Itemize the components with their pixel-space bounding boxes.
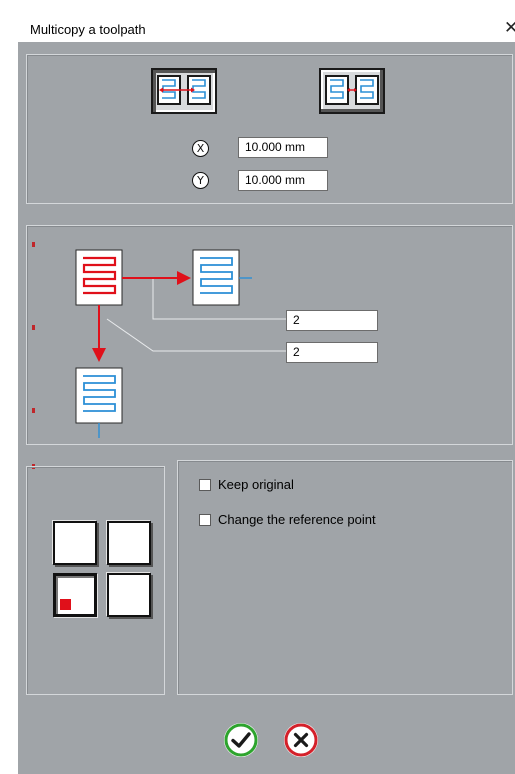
x-count-field[interactable]: 2 — [286, 310, 378, 331]
window-title: Multicopy a toolpath — [30, 22, 146, 37]
copy-count-group: 2 2 — [26, 225, 513, 445]
cancel-button[interactable] — [284, 723, 318, 757]
change-reference-option[interactable]: Change the reference point — [199, 512, 376, 527]
change-reference-checkbox[interactable] — [199, 513, 211, 526]
options-group: Keep original Change the reference point — [177, 460, 513, 695]
dialog-body: X 10.000 mm Y 10.000 mm 2 2 Keep origina… — [18, 42, 515, 774]
change-reference-label: Change the reference point — [218, 512, 376, 527]
x-axis-icon: X — [192, 140, 209, 157]
reference-bottom-right-button[interactable] — [107, 573, 151, 617]
spacing-by-distance-button[interactable] — [151, 68, 217, 114]
copy-spacing-by-distance-icon — [157, 75, 211, 105]
y-count-field[interactable]: 2 — [286, 342, 378, 363]
multicopy-diagram — [75, 249, 287, 438]
y-offset-field[interactable]: 10.000 mm — [238, 170, 328, 191]
check-icon — [224, 723, 258, 757]
copy-spacing-by-gap-icon — [325, 75, 379, 105]
keep-original-label: Keep original — [218, 477, 294, 492]
y-axis-icon: Y — [192, 172, 209, 189]
reference-bottom-left-button[interactable] — [53, 573, 97, 617]
keep-original-checkbox[interactable] — [199, 478, 211, 491]
close-icon[interactable]: ✕ — [504, 18, 515, 38]
title-bar: Multicopy a toolpath ✕ — [18, 0, 515, 42]
cross-icon — [284, 723, 318, 757]
ok-button[interactable] — [224, 723, 258, 757]
spacing-by-gap-button[interactable] — [319, 68, 385, 114]
x-offset-field[interactable]: 10.000 mm — [238, 137, 328, 158]
reference-point-group — [26, 466, 165, 695]
reference-point-marker — [60, 599, 71, 610]
keep-original-option[interactable]: Keep original — [199, 477, 294, 492]
spacing-group: X 10.000 mm Y 10.000 mm — [26, 54, 513, 204]
reference-top-left-button[interactable] — [53, 521, 97, 565]
reference-top-right-button[interactable] — [107, 521, 151, 565]
